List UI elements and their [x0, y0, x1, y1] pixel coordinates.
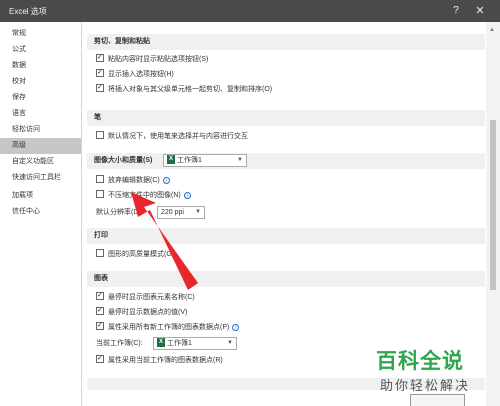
- checkbox[interactable]: [96, 292, 104, 301]
- section-header-chart: 图表: [87, 271, 485, 287]
- sidebar-item-data[interactable]: 数据: [0, 58, 81, 74]
- chevron-down-icon: ▼: [195, 209, 201, 215]
- checkbox[interactable]: [96, 54, 104, 63]
- sidebar-item-add-ins[interactable]: 加载项: [0, 188, 81, 204]
- sidebar-item-accessibility[interactable]: 轻松访问: [0, 122, 81, 138]
- watermark: 百科全说 助你轻松解决: [370, 345, 495, 400]
- default-resolution-select[interactable]: 220 ppi ▼: [157, 206, 205, 219]
- checkbox[interactable]: [96, 249, 104, 258]
- checkbox[interactable]: [96, 175, 104, 184]
- sidebar-item-language[interactable]: 语言: [0, 106, 81, 122]
- sidebar-item-advanced[interactable]: 高级: [0, 138, 81, 154]
- excel-icon: X: [167, 154, 175, 164]
- checkbox[interactable]: [96, 131, 104, 140]
- checkbox[interactable]: [96, 355, 104, 364]
- option-show-data-point-values[interactable]: 悬停时显示数据点的值(V): [96, 307, 187, 319]
- scrollbar-thumb[interactable]: [490, 120, 496, 290]
- chevron-down-icon: ▼: [227, 340, 233, 346]
- image-size-workbook-select[interactable]: X 工作簿1 ▼: [163, 154, 247, 167]
- default-resolution-label: 默认分辨率(D):: [96, 209, 143, 216]
- checkbox[interactable]: [96, 190, 104, 199]
- sidebar-item-quick-access-toolbar[interactable]: 快速访问工具栏: [0, 170, 81, 186]
- option-cut-copy-sort-objects[interactable]: 将插入对象与其父级单元格一起剪切、复制和排序(O): [96, 84, 272, 96]
- checkbox[interactable]: [96, 307, 104, 316]
- info-icon: i: [162, 176, 170, 184]
- option-do-not-compress-images[interactable]: 不压缩文件中的图像(N) i: [96, 190, 191, 202]
- scroll-up-icon[interactable]: ▲: [489, 27, 495, 33]
- checkbox[interactable]: [96, 69, 104, 78]
- close-icon[interactable]: ✕: [472, 3, 488, 19]
- sidebar-item-customize-ribbon[interactable]: 自定义功能区: [0, 154, 81, 170]
- checkbox[interactable]: [96, 322, 104, 331]
- sidebar-item-trust-center[interactable]: 信任中心: [0, 204, 81, 220]
- watermark-title: 百科全说: [376, 349, 464, 373]
- option-pen-select[interactable]: 默认情况下，使用笔来选择并与内容进行交互: [96, 131, 248, 143]
- checkbox[interactable]: [96, 84, 104, 93]
- section-header-pen: 笔: [87, 110, 485, 126]
- option-discard-editing-data[interactable]: 放弃编辑数据(C) i: [96, 175, 170, 187]
- sidebar-item-save[interactable]: 保存: [0, 90, 81, 106]
- sidebar-item-formulas[interactable]: 公式: [0, 42, 81, 58]
- options-sidebar: 常规 公式 数据 校对 保存 语言 轻松访问 高级 自定义功能区 快速访问工具栏…: [0, 22, 82, 406]
- watermark-subtitle: 助你轻松解决: [380, 379, 471, 394]
- sidebar-item-general[interactable]: 常规: [0, 26, 81, 42]
- current-workbook-label: 当前工作簿(C):: [96, 340, 143, 347]
- excel-icon: X: [157, 337, 165, 347]
- option-insert-options-button[interactable]: 显示插入选项按钮(H): [96, 69, 174, 81]
- option-properties-follow-new-workbooks[interactable]: 属性采用所有新工作簿的图表数据点(P)i: [96, 322, 240, 334]
- section-header-print: 打印: [87, 228, 485, 244]
- option-show-chart-element-names[interactable]: 悬停时显示图表元素名称(C): [96, 292, 195, 304]
- sidebar-item-proofing[interactable]: 校对: [0, 74, 81, 90]
- chevron-down-icon: ▼: [237, 157, 243, 163]
- section-header-cut-copy-paste: 剪切、复制和粘贴: [87, 34, 485, 50]
- info-icon: i: [183, 191, 191, 199]
- title-bar: Excel 选项 ? ✕: [0, 0, 500, 22]
- question-mark-icon[interactable]: ?: [448, 3, 464, 19]
- option-properties-follow-current-workbook[interactable]: 属性采用当前工作簿的图表数据点(R): [96, 355, 223, 367]
- option-high-quality-graphics[interactable]: 图形的高质量模式(G): [96, 249, 174, 261]
- window-title: Excel 选项: [9, 7, 47, 16]
- option-paste-options-button[interactable]: 粘贴内容时显示粘贴选项按钮(S): [96, 54, 208, 66]
- ok-button-partial[interactable]: [410, 394, 465, 406]
- current-workbook-select[interactable]: X 工作簿1 ▼: [153, 337, 237, 350]
- section-header-image-size: 图像大小和质量(S): [87, 153, 485, 169]
- info-icon: i: [232, 323, 240, 331]
